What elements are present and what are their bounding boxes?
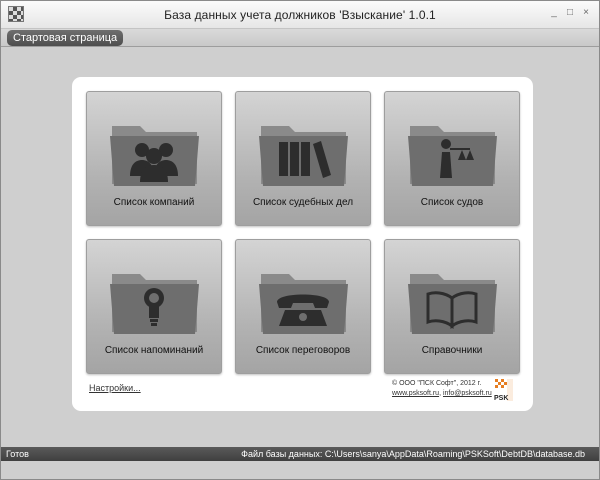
copyright-text: © ООО "ПСК Софт", 2012 г. bbox=[392, 380, 482, 387]
tab-start-page[interactable]: Стартовая страница bbox=[7, 30, 124, 46]
title-bar[interactable]: База данных учета должников 'Взыскание' … bbox=[1, 1, 599, 29]
status-ready: Готов bbox=[6, 449, 29, 459]
tile-companies[interactable]: Список компаний bbox=[86, 91, 222, 226]
tile-label: Список переговоров bbox=[255, 345, 351, 356]
tile-label: Список компаний bbox=[113, 197, 195, 208]
app-window: База данных учета должников 'Взыскание' … bbox=[0, 0, 600, 480]
window-title: База данных учета должников 'Взыскание' … bbox=[164, 8, 436, 22]
tab-strip: Стартовая страница bbox=[1, 29, 599, 47]
settings-link[interactable]: Настройки... bbox=[89, 383, 141, 393]
copyright-block: © ООО "ПСК Софт", 2012 г. www.psksoft.ru… bbox=[392, 379, 492, 399]
status-db-path: Файл базы данных: C:\Users\sanya\AppData… bbox=[241, 449, 585, 459]
tile-references[interactable]: Справочники bbox=[384, 239, 520, 374]
justice-icon bbox=[408, 126, 497, 186]
open-book-icon bbox=[408, 274, 497, 334]
main-content: Список компаний Список судебных дел Спис… bbox=[2, 47, 598, 447]
tile-label: Список судов bbox=[420, 197, 484, 208]
tile-court-cases[interactable]: Список судебных дел bbox=[235, 91, 371, 226]
link-separator: , bbox=[439, 390, 442, 397]
minimize-button[interactable]: _ bbox=[549, 7, 559, 19]
email-link[interactable]: info@psksoft.ru bbox=[443, 390, 492, 397]
people-icon bbox=[110, 126, 199, 186]
maximize-button[interactable]: □ bbox=[565, 7, 575, 19]
tile-label: Справочники bbox=[421, 345, 483, 356]
psk-logo: PSK bbox=[494, 379, 513, 402]
phone-icon bbox=[259, 274, 348, 334]
tile-reminders[interactable]: Список напоминаний bbox=[86, 239, 222, 374]
books-icon bbox=[259, 126, 348, 186]
tile-negotiations[interactable]: Список переговоров bbox=[235, 239, 371, 374]
status-bar: Готов Файл базы данных: C:\Users\sanya\A… bbox=[1, 447, 599, 461]
window-controls: _ □ × bbox=[549, 7, 591, 19]
svg-text:PSK: PSK bbox=[494, 395, 508, 402]
lightbulb-icon bbox=[110, 274, 199, 334]
close-button[interactable]: × bbox=[581, 7, 591, 19]
tile-courts[interactable]: Список судов bbox=[384, 91, 520, 226]
tile-label: Список напоминаний bbox=[104, 345, 204, 356]
start-panel: Список компаний Список судебных дел Спис… bbox=[72, 77, 533, 411]
tile-label: Список судебных дел bbox=[252, 197, 354, 208]
site-link[interactable]: www.psksoft.ru bbox=[392, 390, 439, 397]
